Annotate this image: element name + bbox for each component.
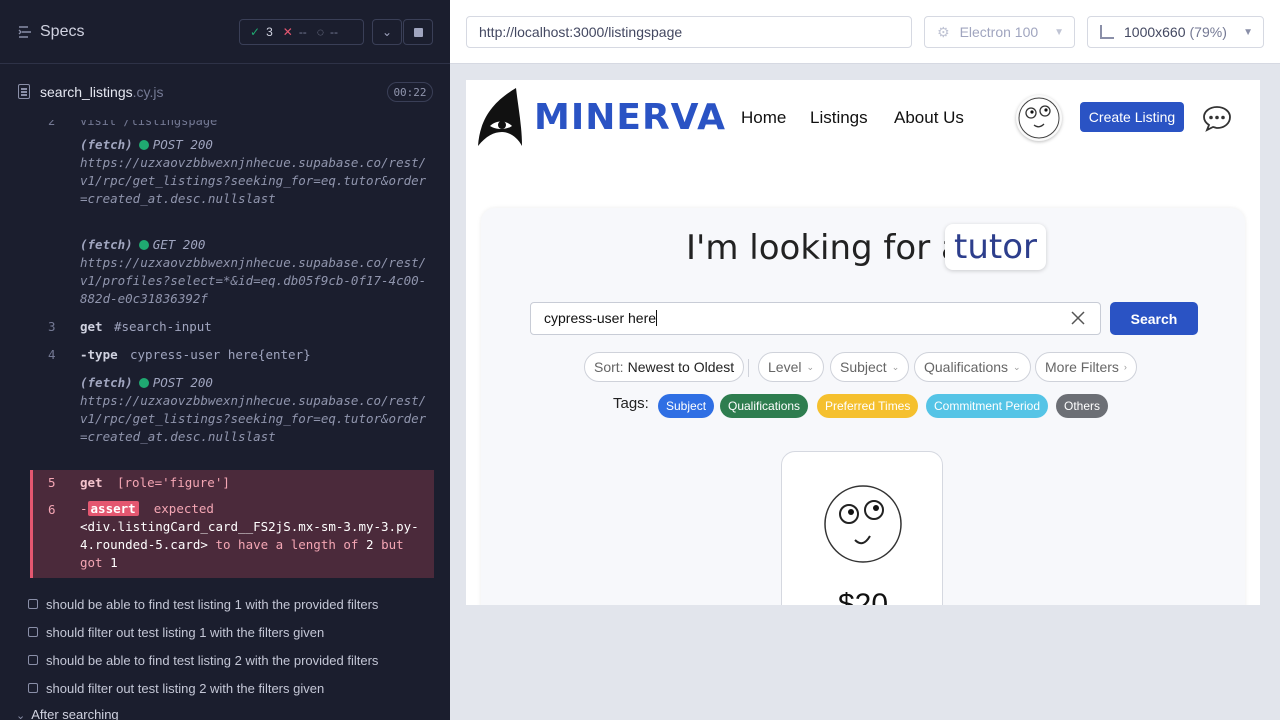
- command-get-figure[interactable]: 5 get [role='figure']: [33, 472, 434, 494]
- ruler-icon: [1100, 25, 1114, 39]
- fetch-log-entry[interactable]: (fetch) POST 200 https://uzxaovzbbwexnjnh…: [80, 374, 430, 446]
- command-log[interactable]: 2 visit /listingspage (fetch) POST 200 ht…: [30, 120, 434, 580]
- hero-heading: I'm looking for a tutor: [481, 224, 1245, 274]
- failed-count: --: [298, 25, 307, 39]
- pending-count: --: [329, 25, 338, 39]
- spec-file-name[interactable]: search_listings.cy.js: [40, 84, 163, 100]
- chevron-down-icon: ⌄: [891, 361, 900, 372]
- check-icon: ✓: [250, 25, 261, 39]
- filter-bar: Sort: Newest to Oldest Level ⌄ Subject ⌄ Qu…: [481, 352, 1245, 382]
- suite-after-searching[interactable]: ⌄ After searching: [16, 707, 119, 720]
- test-stats: ✓ 3 ✕ -- ◌ --: [239, 19, 364, 45]
- chevron-down-icon: ⌄: [381, 25, 393, 39]
- auto-scroll-button[interactable]: ⌄: [372, 19, 402, 45]
- nav-home[interactable]: Home: [741, 108, 786, 128]
- listing-card[interactable]: $20: [781, 451, 943, 605]
- status-dot-icon: [138, 140, 149, 150]
- command-get[interactable]: 3 get #search-input: [30, 316, 434, 338]
- failed-stat: ✕ --: [283, 25, 307, 39]
- tag-commitment-period: Commitment Period: [926, 394, 1049, 418]
- more-filters-button[interactable]: More Filters ›: [1035, 352, 1137, 382]
- chevron-down-icon: ▼: [1054, 26, 1064, 38]
- fetch-log-entry[interactable]: (fetch) GET 200 https://uzxaovzbbwexnjnhe…: [80, 236, 430, 308]
- browser-icon: ⚙: [937, 23, 950, 40]
- test-item[interactable]: should filter out test listing 2 with th…: [28, 678, 324, 698]
- stop-icon: [413, 27, 423, 37]
- tag-subject: Subject: [658, 394, 715, 418]
- test-status-icon: [28, 627, 38, 637]
- qualifications-filter[interactable]: Qualifications ⌄: [914, 352, 1031, 382]
- listing-price: $20: [837, 588, 889, 605]
- seeking-toggle[interactable]: tutor: [945, 224, 1046, 270]
- assert-number: 6: [48, 502, 56, 517]
- specs-title[interactable]: Specs: [40, 23, 84, 41]
- sort-dropdown[interactable]: Sort: Newest to Oldest: [584, 352, 745, 382]
- truncated-command: 2 visit /listingspage: [48, 120, 218, 128]
- tags-legend: Tags: Subject Qualifications Preferred T…: [481, 394, 1245, 418]
- chevron-down-icon: ▼: [1243, 26, 1253, 38]
- spec-duration: 00:22: [387, 82, 433, 102]
- test-item[interactable]: should be able to find test listing 2 wi…: [28, 650, 378, 670]
- chevron-down-icon: ⌄: [806, 361, 815, 372]
- level-filter[interactable]: Level ⌄: [758, 352, 825, 382]
- app-navbar: MINERVA Home Listings About Us Create Li…: [466, 80, 1260, 156]
- search-input[interactable]: cypress-user here: [530, 302, 1101, 335]
- assert-badge: assert: [87, 501, 139, 516]
- tag-others: Others: [1056, 394, 1109, 418]
- specs-list-icon[interactable]: [17, 24, 33, 40]
- test-item[interactable]: should filter out test listing 1 with th…: [28, 622, 324, 642]
- clear-search-icon[interactable]: [1070, 310, 1086, 326]
- search-panel: I'm looking for a tutor cypress-user her…: [481, 208, 1245, 605]
- tag-preferred-times: Preferred Times: [817, 394, 919, 418]
- app-frame: MINERVA Home Listings About Us Create Li…: [466, 80, 1260, 605]
- status-dot-icon: [138, 240, 149, 250]
- specs-header: Specs ✓ 3 ✕ -- ◌ -- ⌄: [0, 0, 450, 64]
- app-preview: http://localhost:3000/listingspage ⚙ Ele…: [450, 0, 1280, 720]
- passed-stat: ✓ 3: [250, 25, 273, 39]
- spec-file-row: search_listings.cy.js 00:22: [0, 72, 450, 112]
- pending-stat: ◌ --: [317, 25, 338, 39]
- fetch-log-entry[interactable]: (fetch) POST 200 https://uzxaovzbbwexnjnh…: [80, 136, 430, 208]
- test-status-icon: [28, 683, 38, 693]
- command-type[interactable]: 4 -type cypress-user here{enter}: [30, 344, 434, 366]
- viewport-selector[interactable]: 1000x660 (79%) ▼: [1087, 16, 1264, 48]
- create-listing-button[interactable]: Create Listing: [1080, 102, 1184, 132]
- subject-filter[interactable]: Subject ⌄: [830, 352, 910, 382]
- owl-logo-icon[interactable]: [476, 86, 524, 150]
- filter-divider: [748, 359, 749, 377]
- failed-assertion-block[interactable]: 5 get [role='figure'] 6 - assert expected…: [30, 470, 434, 578]
- nav-about-us[interactable]: About Us: [894, 108, 964, 128]
- preview-toolbar: http://localhost:3000/listingspage ⚙ Ele…: [450, 0, 1280, 64]
- search-button[interactable]: Search: [1110, 302, 1198, 335]
- chevron-right-icon: ›: [1123, 362, 1127, 372]
- test-status-icon: [28, 599, 38, 609]
- tag-qualifications: Qualifications: [720, 394, 809, 418]
- test-item[interactable]: should be able to find test listing 1 wi…: [28, 594, 378, 614]
- listing-avatar: [824, 485, 902, 563]
- brand-logo-text[interactable]: MINERVA: [534, 97, 726, 138]
- nav-listings[interactable]: Listings: [810, 108, 868, 128]
- chevron-down-icon: ⌄: [1013, 361, 1021, 372]
- passed-count: 3: [266, 25, 273, 39]
- cypress-runner-panel: Specs ✓ 3 ✕ -- ◌ -- ⌄ search_listings.cy…: [0, 0, 450, 720]
- test-status-icon: [28, 655, 38, 665]
- stop-button[interactable]: [403, 19, 433, 45]
- chat-icon[interactable]: [1202, 104, 1232, 132]
- pending-icon: ◌: [316, 25, 324, 39]
- user-avatar[interactable]: [1016, 95, 1062, 141]
- browser-selector[interactable]: ⚙ Electron 100 ▼: [924, 16, 1075, 48]
- status-dot-icon: [138, 378, 149, 388]
- assert-message: - assert expected <div.listingCard_card__…: [80, 501, 419, 570]
- chevron-down-icon: ⌄: [16, 710, 26, 720]
- x-icon: ✕: [282, 25, 293, 39]
- file-icon: [18, 84, 30, 99]
- url-bar[interactable]: http://localhost:3000/listingspage: [466, 16, 912, 48]
